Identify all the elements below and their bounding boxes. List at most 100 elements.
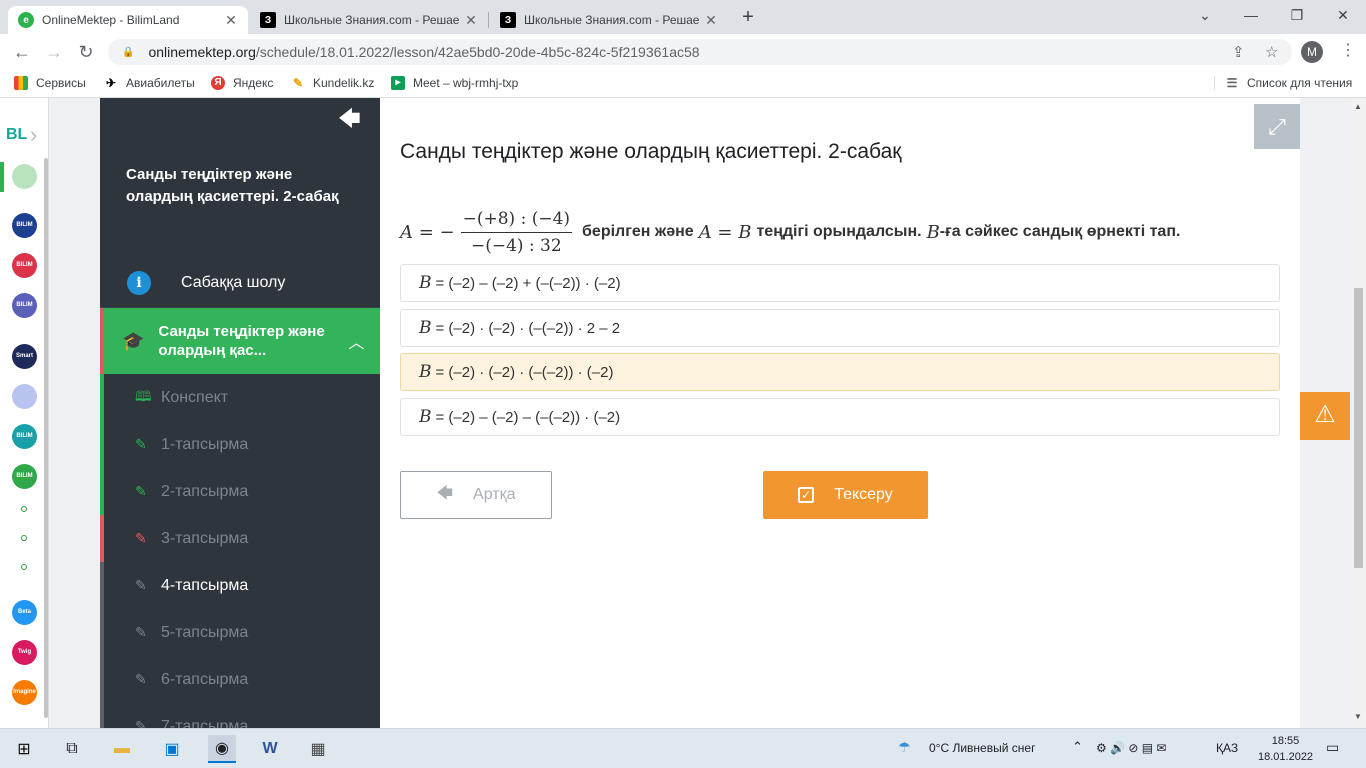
check-button[interactable]: ✓ Тексеру (763, 471, 928, 519)
sidebar-item-task-4[interactable]: ✎ 4-тапсырма (100, 562, 380, 609)
sidebar-item-task-5[interactable]: ✎ 5-тапсырма (100, 609, 380, 656)
tab-onlinemektep[interactable]: e OnlineMektep - BilimLand ✕ (8, 6, 248, 34)
back-arrow-icon[interactable]: 🡄 (338, 102, 361, 140)
sidebar-item-task-6[interactable]: ✎ 6-тапсырма (100, 656, 380, 703)
sidebar-item-task-7[interactable]: ✎ 7-тапсырма (100, 703, 380, 728)
answer-option-4[interactable]: B = (–2) – (–2) – (–(–2)) · (–2) (400, 398, 1280, 436)
rail-dot-icon[interactable] (21, 535, 27, 541)
arrow-left-icon: 🡄 (436, 484, 454, 502)
minimize-icon[interactable]: — (1228, 0, 1274, 32)
fraction-numerator: −(+8) : (−4) (460, 209, 573, 233)
weather-status[interactable]: 0°C Ливневый снег (929, 741, 1035, 755)
bookmark-meet[interactable]: ▸ Meet – wbj-rmhj-txp (391, 76, 518, 90)
course-title: Санды теңдіктер және олардың қасиеттері.… (126, 166, 339, 205)
scroll-down-icon[interactable]: ▼ (1354, 712, 1362, 721)
bilim-shop-icon[interactable]: BILIM SHOP (12, 253, 37, 278)
kundelik-icon: ✎ (292, 76, 304, 90)
address-bar[interactable]: 🔒 onlinemektep.org/schedule/18.01.2022/l… (108, 39, 1292, 65)
share-icon[interactable]: ⇪ (1232, 43, 1245, 61)
scrollbar-thumb[interactable] (1354, 288, 1363, 568)
maximize-icon[interactable]: ❐ (1274, 0, 1320, 32)
file-explorer-icon[interactable]: ▬ (108, 735, 136, 763)
bookmark-kundelik[interactable]: ✎ Kundelik.kz (291, 76, 374, 90)
close-tab-icon[interactable]: ✕ (222, 12, 240, 29)
close-tab-icon[interactable]: ✕ (702, 12, 720, 29)
bookmark-yandex[interactable]: Я Яндекс (211, 76, 273, 90)
bookmark-services[interactable]: Сервисы (14, 76, 86, 90)
twig-icon[interactable]: Twig (12, 640, 37, 665)
chrome-icon[interactable]: ◉ (208, 735, 236, 763)
bilimland-logo[interactable]: BL (6, 126, 27, 144)
back-button[interactable]: 🡄 Артқа (400, 471, 552, 519)
apps-grid-icon (14, 76, 28, 90)
question: A = − −(+8) : (−4) −(−4) : 32 берілген ж… (400, 202, 1180, 262)
question-equality: A = B (698, 221, 752, 243)
sidebar-item-overview[interactable]: i Сабаққа шолу (100, 258, 380, 308)
new-tab-icon[interactable]: + (738, 6, 758, 30)
keyboard-icon[interactable] (12, 384, 37, 409)
beta-icon[interactable]: Beta (12, 600, 37, 625)
close-window-icon[interactable]: ✕ (1320, 0, 1366, 32)
forward-icon[interactable]: → (42, 40, 66, 64)
word-icon[interactable]: W (256, 735, 284, 763)
question-lhs: A = − (400, 221, 455, 243)
rail-dot-icon[interactable] (21, 564, 27, 570)
task-view-icon[interactable]: ⧉ (58, 735, 86, 763)
tab-strip: e OnlineMektep - BilimLand ✕ З Школьные … (0, 0, 1366, 34)
smart-nation-icon[interactable]: Smart Nation (12, 344, 37, 369)
tab-separator (488, 12, 489, 28)
rail-active-marker (0, 162, 4, 192)
reading-list[interactable]: ☰ Список для чтения (1214, 76, 1352, 90)
book-icon: 🕮 (135, 387, 152, 404)
bilim-land-icon[interactable]: BILIM Land (12, 464, 37, 489)
system-clock[interactable]: 18:55 18.01.2022 (1258, 733, 1313, 765)
answer-option-1[interactable]: B = (–2) – (–2) + (–(–2)) · (–2) (400, 264, 1280, 302)
scroll-up-icon[interactable]: ▲ (1354, 102, 1362, 111)
sidebar-section-lesson[interactable]: 🎓 Санды теңдіктер және олардың қас... ︿ (100, 308, 380, 374)
page-scrollbar[interactable]: ▲ ▼ (1351, 98, 1366, 728)
bilim-division-icon[interactable]: BILIM DIVISION (12, 424, 37, 449)
tab-search-icon[interactable]: ⌄ (1182, 0, 1228, 32)
bilim-olymp-icon[interactable]: BILIM OLYMP (12, 293, 37, 318)
input-language[interactable]: ҚАЗ (1216, 741, 1238, 755)
store-icon[interactable]: ▣ (158, 735, 186, 763)
browser-menu-icon[interactable]: ⋮ (1340, 40, 1356, 60)
chevron-up-icon[interactable]: ︿ (348, 329, 364, 353)
tab-znanija-1[interactable]: З Школьные Знания.com - Решае ✕ (250, 6, 488, 34)
weather-icon[interactable]: ☂ (898, 739, 911, 756)
sidebar-item-task-3[interactable]: ✎ 3-тапсырма (100, 515, 380, 562)
edit-icon: ✎ (135, 671, 147, 687)
tab-znanija-2[interactable]: З Школьные Знания.com - Решае ✕ (490, 6, 728, 34)
profile-avatar[interactable]: M (1301, 41, 1323, 63)
question-text: теңдігі орындалсын. (756, 223, 922, 240)
sidebar-item-task-1[interactable]: ✎ 1-тапсырма (100, 421, 380, 468)
bookmark-aviabilety[interactable]: ✈ Авиабилеты (104, 76, 195, 90)
graduation-cap-icon: 🎓 (122, 330, 145, 351)
tray-icons[interactable]: ⚙ 🔊 ⊘ ▤ ✉ (1096, 741, 1166, 755)
lock-icon[interactable]: 🔒 (122, 47, 134, 58)
question-text: берілген және (582, 223, 694, 240)
notifications-icon[interactable]: ▭ (1326, 739, 1339, 756)
windows-start-icon[interactable]: ⊞ (10, 735, 38, 763)
rail-current-icon[interactable] (12, 164, 37, 189)
reload-icon[interactable]: ↻ (74, 40, 98, 64)
edit-icon: ✎ (135, 483, 147, 499)
rail-expand-icon[interactable]: › (30, 122, 37, 148)
answer-option-2[interactable]: B = (–2) · (–2) · (–(–2)) · 2 – 2 (400, 309, 1280, 347)
close-tab-icon[interactable]: ✕ (462, 12, 480, 29)
back-icon[interactable]: ← (10, 40, 34, 64)
imagine-icon[interactable]: Imagine (12, 680, 37, 705)
bookmark-star-icon[interactable]: ☆ (1265, 43, 1278, 61)
answer-option-3[interactable]: B = (–2) · (–2) · (–(–2)) · (–2) (400, 353, 1280, 391)
sidebar-item-konspekt[interactable]: 🕮 Конспект (100, 374, 380, 421)
fullscreen-icon[interactable]: ⤢ (1254, 104, 1300, 149)
sidebar-item-task-2[interactable]: ✎ 2-тапсырма (100, 468, 380, 515)
rail-scrollbar[interactable] (44, 158, 48, 718)
rail-dot-icon[interactable] (21, 506, 27, 512)
bilim-tutor-icon[interactable]: BILIM TUTOR (12, 213, 37, 238)
question-text: -ға сәйкес сандық өрнекті тап. (939, 223, 1181, 240)
calculator-icon[interactable]: ▦ (304, 735, 332, 763)
show-hidden-icons-icon[interactable]: ⌃ (1072, 739, 1083, 755)
warning-icon[interactable]: ⚠ (1300, 392, 1350, 440)
edit-icon: ✎ (135, 577, 147, 593)
